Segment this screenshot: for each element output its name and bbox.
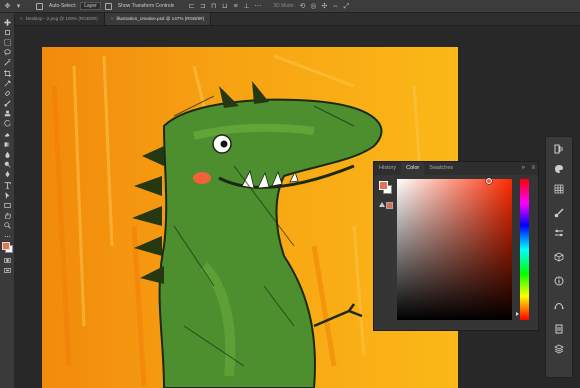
crop-tool-icon[interactable] [0, 68, 14, 78]
panel-menu-icon[interactable]: ≡ [531, 162, 535, 175]
type-tool-icon[interactable] [0, 180, 14, 190]
chevron-down-icon[interactable]: ▾ [15, 3, 22, 10]
align-middle-icon[interactable]: ≡ [232, 3, 239, 10]
orbit-icon[interactable]: ⟲ [299, 3, 306, 10]
distribute-icon[interactable]: ⋯ [254, 3, 261, 10]
close-icon[interactable]: × [111, 16, 114, 21]
foreground-color-swatch[interactable] [2, 242, 10, 251]
align-center-icon[interactable]: ⊐ [199, 3, 206, 10]
align-top-icon[interactable]: ⊔ [221, 3, 228, 10]
panel-tabs: History Color Swatches » ≡ [374, 162, 538, 175]
brush-tool-icon[interactable] [0, 99, 14, 109]
screen-mode-icon[interactable] [0, 265, 14, 275]
document-tab-bar: × Desktop - 2.png @ 100% (RGB/8#) × illust… [14, 13, 580, 26]
quick-mask-icon[interactable] [0, 255, 14, 265]
tools-panel [0, 13, 15, 388]
color-swatches[interactable] [0, 241, 14, 255]
tab-color[interactable]: Color [401, 162, 425, 175]
paths-panel-icon[interactable] [546, 295, 572, 315]
hand-tool-icon[interactable] [0, 211, 14, 221]
collapse-panel-icon[interactable]: » [522, 162, 525, 175]
pan-icon[interactable]: ✣ [321, 3, 328, 10]
align-left-icon[interactable]: ⊏ [188, 3, 195, 10]
path-selection-icon[interactable] [0, 190, 14, 200]
dino-cheek [193, 172, 211, 184]
slide-icon[interactable]: ⇔ [332, 3, 339, 10]
magic-wand-icon[interactable] [0, 58, 14, 68]
align-right-icon[interactable]: ⊓ [210, 3, 217, 10]
marquee-tool-icon[interactable] [0, 37, 14, 47]
history-brush-icon[interactable] [0, 119, 14, 129]
collapsed-panels-bar [545, 136, 573, 378]
gradient-tool-icon[interactable] [0, 139, 14, 149]
mode-3d-label: 3D Mode: [273, 3, 295, 9]
move-tool-icon[interactable] [0, 17, 14, 27]
color-picker-ring[interactable] [486, 178, 492, 184]
adjustments-panel-icon[interactable] [546, 223, 572, 243]
color-panel-icon[interactable] [546, 159, 572, 179]
show-transform-checkbox[interactable] [104, 2, 114, 10]
layers-panel-icon[interactable] [546, 339, 572, 359]
zoom-tool-icon[interactable] [0, 221, 14, 231]
color-saturation-field[interactable] [397, 178, 512, 320]
tab-swatches[interactable]: Swatches [424, 162, 458, 175]
pen-tool-icon[interactable] [0, 170, 14, 180]
rectangle-tool-icon[interactable] [0, 200, 14, 210]
document-tab[interactable]: × Desktop - 2.png @ 100% (RGB/8#) [14, 13, 105, 25]
auto-select-checkbox[interactable] [36, 2, 45, 10]
history-panel-icon[interactable] [546, 139, 572, 159]
eraser-tool-icon[interactable] [0, 129, 14, 139]
scale-icon[interactable]: ⤢ [343, 3, 350, 10]
color-panel: History Color Swatches » ≡ [373, 161, 539, 331]
options-bar: ✥ ▾ Auto-Select: Layer Show Transform Co… [0, 0, 580, 13]
align-bottom-icon[interactable]: ⊥ [243, 3, 250, 10]
swatches-panel-icon[interactable] [546, 179, 572, 199]
hue-slider-handle[interactable] [516, 312, 519, 316]
show-transform-label: Show Transform Controls [117, 3, 175, 9]
roll-icon[interactable]: ◎ [310, 3, 317, 10]
artboard-tool-icon[interactable] [0, 27, 14, 37]
auto-select-label: Auto-Select: [49, 3, 77, 9]
close-icon[interactable]: × [20, 16, 23, 21]
dodge-tool-icon[interactable] [0, 160, 14, 170]
layer-comps-icon[interactable] [546, 319, 572, 339]
more-tools-icon[interactable] [0, 231, 14, 241]
websafe-color-swatch[interactable] [386, 202, 393, 209]
3d-panel-icon[interactable] [546, 247, 572, 267]
foreground-color-swatch[interactable] [379, 181, 388, 190]
brushes-panel-icon[interactable] [546, 203, 572, 223]
tab-history[interactable]: History [374, 162, 401, 175]
eyedropper-icon[interactable] [0, 78, 14, 88]
document-tab-active[interactable]: × illustration_creative.psd @ 147% (RGB/8… [104, 13, 212, 25]
out-of-gamut-warning-icon[interactable] [379, 202, 385, 207]
stamp-tool-icon[interactable] [0, 109, 14, 119]
info-panel-icon[interactable] [546, 271, 572, 291]
lasso-tool-icon[interactable] [0, 48, 14, 58]
move-tool-icon[interactable]: ✥ [4, 3, 11, 10]
blur-tool-icon[interactable] [0, 149, 14, 159]
hue-slider[interactable] [520, 179, 529, 320]
auto-select-target-dropdown[interactable]: Layer [80, 2, 101, 10]
healing-brush-icon[interactable] [0, 88, 14, 98]
